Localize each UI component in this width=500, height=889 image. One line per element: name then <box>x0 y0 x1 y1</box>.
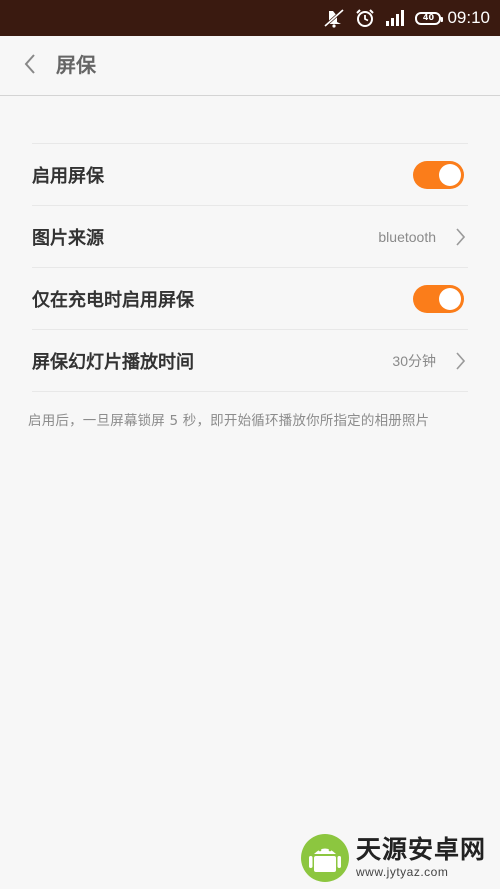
back-button[interactable] <box>16 52 44 80</box>
chevron-right-icon <box>454 227 466 247</box>
row-image-source[interactable]: 图片来源 bluetooth <box>32 206 468 268</box>
image-source-value: bluetooth <box>378 228 436 245</box>
row-enable-screensaver[interactable]: 启用屏保 <box>32 144 468 206</box>
status-bar: 40 09:10 <box>0 0 500 36</box>
alarm-icon <box>355 8 375 28</box>
toggle-knob <box>439 163 461 186</box>
mute-icon <box>323 8 345 28</box>
watermark-name: 天源安卓网 <box>356 835 487 864</box>
row-label: 屏保幻灯片播放时间 <box>32 351 194 373</box>
row-label: 启用屏保 <box>32 165 104 187</box>
settings-list: 启用屏保 图片来源 bluetooth 仅在充电时启用屏保 屏保幻灯片播放时间 … <box>32 143 468 392</box>
charging-only-toggle[interactable] <box>413 284 464 313</box>
battery-icon: 40 <box>415 11 444 25</box>
page-title: 屏保 <box>56 53 96 77</box>
watermark: 天源安卓网 www.jytyaz.com <box>300 826 500 889</box>
chevron-left-icon <box>23 53 37 79</box>
row-charging-only[interactable]: 仅在充电时启用屏保 <box>32 268 468 330</box>
description-note: 启用后，一旦屏幕锁屏 5 秒，即开始循环播放你所指定的相册照片 <box>28 413 430 429</box>
row-right: 30分钟 <box>392 351 468 371</box>
slideshow-duration-value: 30分钟 <box>392 352 436 369</box>
clock: 09:10 <box>447 8 490 27</box>
watermark-url: www.jytyaz.com <box>356 865 449 879</box>
android-logo-icon <box>300 833 350 883</box>
chevron-right-icon <box>454 351 466 371</box>
status-icons: 40 09:10 <box>323 0 490 36</box>
toggle-knob <box>439 287 461 310</box>
watermark-text: 天源安卓网 www.jytyaz.com <box>356 837 486 878</box>
row-label: 仅在充电时启用屏保 <box>32 289 194 311</box>
enable-screensaver-toggle[interactable] <box>413 160 464 189</box>
row-label: 图片来源 <box>32 227 104 249</box>
battery-level: 40 <box>422 13 435 22</box>
row-slideshow-duration[interactable]: 屏保幻灯片播放时间 30分钟 <box>32 330 468 392</box>
header: 屏保 <box>0 36 500 96</box>
row-right: bluetooth <box>378 227 468 247</box>
signal-icon <box>385 9 405 27</box>
